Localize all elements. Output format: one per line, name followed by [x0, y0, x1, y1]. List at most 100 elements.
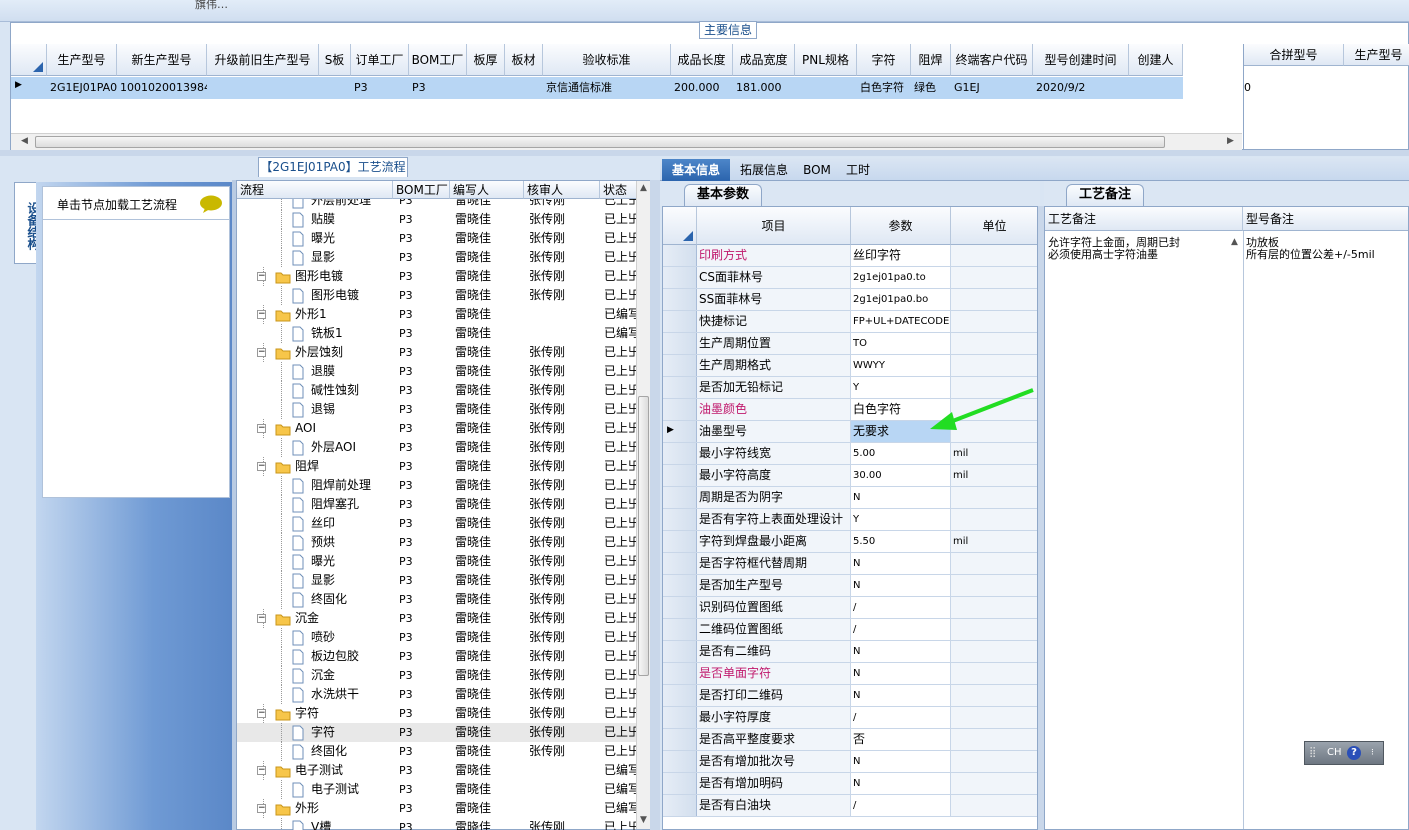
collapse-toggle-icon[interactable]: −: [257, 709, 266, 718]
tree-node[interactable]: 电子测试 P3 雷晓佳 已编写: [237, 780, 637, 799]
tree-node[interactable]: 退膜 P3 雷晓佳 张传刚 已上卐: [237, 362, 637, 381]
param-row[interactable]: 油墨颜色 白色字符: [663, 399, 1037, 421]
param-value[interactable]: /: [851, 597, 951, 618]
param-row[interactable]: 是否单面字符 N: [663, 663, 1037, 685]
table-cell[interactable]: [505, 77, 543, 98]
param-row[interactable]: 二维码位置图纸 /: [663, 619, 1037, 641]
tab-basic-info[interactable]: 基本信息: [662, 159, 730, 181]
row-header[interactable]: [663, 575, 697, 596]
tree-node[interactable]: 图形电镀 P3 雷晓佳 张传刚 已上卐: [237, 286, 637, 305]
column-header[interactable]: 字符: [857, 44, 911, 76]
flow-column-header[interactable]: 编写人: [450, 181, 524, 199]
tab-basic-params[interactable]: 基本参数: [684, 184, 762, 206]
tree-node[interactable]: − 阻焊 P3 雷晓佳 张传刚 已上卐: [237, 457, 637, 476]
column-header[interactable]: 创建人: [1129, 44, 1183, 76]
tree-vscroll-thumb[interactable]: [638, 396, 649, 676]
param-value[interactable]: TO: [851, 333, 951, 354]
param-row[interactable]: 字符到焊盘最小距离 5.50 mil: [663, 531, 1037, 553]
param-value[interactable]: 白色字符: [851, 399, 951, 420]
collapse-toggle-icon[interactable]: −: [257, 804, 266, 813]
column-header[interactable]: 订单工厂: [351, 44, 409, 76]
hscroll-thumb[interactable]: [35, 136, 1165, 148]
column-header[interactable]: 生产型号: [47, 44, 117, 76]
param-value[interactable]: N: [851, 663, 951, 684]
params-grid-corner[interactable]: [663, 207, 697, 245]
tree-node[interactable]: 曝光 P3 雷晓佳 张传刚 已上卐: [237, 229, 637, 248]
row-header[interactable]: [663, 487, 697, 508]
tree-node[interactable]: 字符 P3 雷晓佳 张传刚 已上卐: [237, 723, 637, 742]
param-value[interactable]: N: [851, 751, 951, 772]
grid-corner[interactable]: [11, 44, 47, 76]
tree-node[interactable]: 沉金 P3 雷晓佳 张传刚 已上卐: [237, 666, 637, 685]
tree-node[interactable]: 水洗烘干 P3 雷晓佳 张传刚 已上卐: [237, 685, 637, 704]
collapse-toggle-icon[interactable]: −: [257, 766, 266, 775]
table-cell[interactable]: 2020/9/2: [1033, 77, 1129, 98]
column-header[interactable]: 板材: [505, 44, 543, 76]
row-header[interactable]: [663, 465, 697, 486]
table-cell[interactable]: [207, 77, 319, 98]
flow-column-header[interactable]: 核审人: [524, 181, 600, 199]
column-header[interactable]: 升级前旧生产型号: [207, 44, 319, 76]
param-value[interactable]: N: [851, 487, 951, 508]
tree-node[interactable]: 板边包胶 P3 雷晓佳 张传刚 已上卐: [237, 647, 637, 666]
param-value[interactable]: N: [851, 575, 951, 596]
tree-vscroll[interactable]: ▲ ▼: [636, 181, 650, 829]
params-column-header[interactable]: 单位: [951, 207, 1037, 245]
tab-process-notes[interactable]: 工艺备注: [1066, 184, 1144, 206]
param-row[interactable]: 是否加生产型号 N: [663, 575, 1037, 597]
collapse-toggle-icon[interactable]: −: [257, 424, 266, 433]
column-header[interactable]: 型号创建时间: [1033, 44, 1129, 76]
row-header[interactable]: [663, 751, 697, 772]
tree-node[interactable]: − 沉金 P3 雷晓佳 张传刚 已上卐: [237, 609, 637, 628]
collapse-toggle-icon[interactable]: −: [257, 462, 266, 471]
tree-node[interactable]: 铣板1 P3 雷晓佳 已编写: [237, 324, 637, 343]
tree-node[interactable]: 终固化 P3 雷晓佳 张传刚 已上卐: [237, 742, 637, 761]
param-value[interactable]: N: [851, 685, 951, 706]
collapse-toggle-icon[interactable]: −: [257, 614, 266, 623]
scroll-left-icon[interactable]: ◀: [21, 136, 28, 146]
param-row[interactable]: 生产周期位置 TO: [663, 333, 1037, 355]
tree-node[interactable]: − 电子测试 P3 雷晓佳 已编写: [237, 761, 637, 780]
flow-column-header[interactable]: 流程: [237, 181, 393, 199]
param-value[interactable]: Y: [851, 509, 951, 530]
row-header[interactable]: [663, 773, 697, 794]
flow-column-header[interactable]: 状态: [600, 181, 637, 199]
param-row[interactable]: 是否有二维码 N: [663, 641, 1037, 663]
param-value[interactable]: 5.00: [851, 443, 951, 464]
param-row[interactable]: 识别码位置图纸 /: [663, 597, 1037, 619]
tree-node[interactable]: V槽 P3 雷晓佳 张传刚 已上卐: [237, 818, 637, 830]
param-row[interactable]: 是否有增加明码 N: [663, 773, 1037, 795]
tree-node[interactable]: 贴膜 P3 雷晓佳 张传刚 已上卐: [237, 210, 637, 229]
param-value[interactable]: 否: [851, 729, 951, 750]
row-header[interactable]: [663, 399, 697, 420]
param-row[interactable]: 快捷标记 FP+UL+DATECODE: [663, 311, 1037, 333]
drag-handle-icon[interactable]: ⣿: [1309, 742, 1316, 764]
table-cell[interactable]: 10010200139847: [117, 77, 207, 98]
scroll-right-icon[interactable]: ▶: [1227, 136, 1234, 146]
tree-node[interactable]: 曝光 P3 雷晓佳 张传刚 已上卐: [237, 552, 637, 571]
tree-node[interactable]: 外层AOI P3 雷晓佳 张传刚 已上卐: [237, 438, 637, 457]
collapse-toggle-icon[interactable]: −: [257, 348, 266, 357]
param-row[interactable]: 是否有白油块 /: [663, 795, 1037, 817]
node-hint-box[interactable]: 单击节点加载工艺流程: [42, 186, 230, 220]
param-value[interactable]: Y: [851, 377, 951, 398]
row-header[interactable]: [663, 333, 697, 354]
row-header[interactable]: [663, 641, 697, 662]
collapse-toggle-icon[interactable]: −: [257, 272, 266, 281]
param-row[interactable]: CS面菲林号 2g1ej01pa0.to: [663, 267, 1037, 289]
param-row[interactable]: 最小字符厚度 /: [663, 707, 1037, 729]
column-header[interactable]: S板: [319, 44, 351, 76]
table-cell[interactable]: P3: [409, 77, 467, 98]
row-header[interactable]: [663, 311, 697, 332]
param-row[interactable]: 是否加无铅标记 Y: [663, 377, 1037, 399]
row-header[interactable]: [663, 795, 697, 816]
scroll-up-icon[interactable]: ▲: [640, 183, 647, 193]
table-cell[interactable]: G1EJ: [951, 77, 1033, 98]
tree-node[interactable]: − 外形1 P3 雷晓佳 已编写: [237, 305, 637, 324]
language-bar[interactable]: ⣿ CH ? ⁝: [1304, 741, 1384, 765]
row-header[interactable]: [663, 267, 697, 288]
tab-extended-info[interactable]: 拓展信息: [732, 159, 796, 181]
row-header[interactable]: [663, 245, 697, 266]
table-cell[interactable]: [467, 77, 505, 98]
row-header[interactable]: [663, 707, 697, 728]
